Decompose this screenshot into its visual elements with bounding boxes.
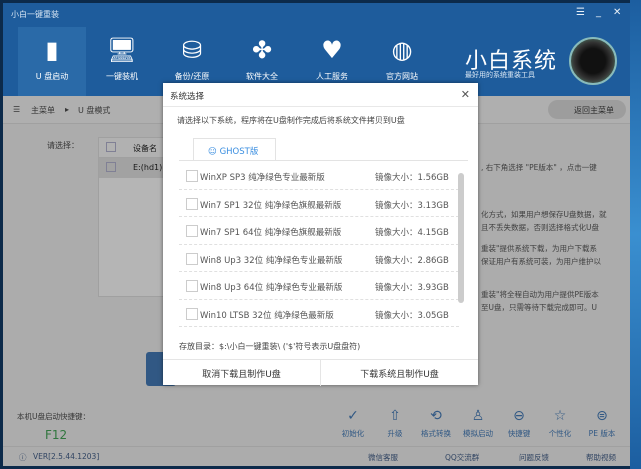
dialog-buttons: 取消下载且制作U盘 下载系统且制作U盘 (163, 359, 478, 386)
item-name: Win7 SP1 64位 纯净绿色旗舰最新版 (200, 228, 342, 238)
logo-icon (569, 37, 617, 85)
item-checkbox[interactable] (186, 170, 198, 182)
ghost-icon: ☺ (208, 147, 220, 157)
item-size: 镜像大小：3.13GB (375, 200, 449, 211)
dialog-intro: 请选择以下系统，程序将在U盘制作完成后将系统文件拷贝到U盘 (177, 116, 405, 125)
item-size: 镜像大小：3.05GB (375, 310, 449, 321)
list-item[interactable]: Win8 Up3 32位 纯净绿色专业最新版 镜像大小：2.86GB (179, 245, 459, 272)
item-checkbox[interactable] (186, 280, 198, 292)
item-checkbox[interactable] (186, 307, 198, 320)
nav-label: U 盘启动 (35, 72, 69, 81)
tab-divider (179, 160, 468, 161)
dialog-title-bar: 系统选择 ✕ (163, 83, 478, 107)
list-item[interactable]: Win7 SP1 64位 纯净绿色旗舰最新版 镜像大小：4.15GB (179, 217, 459, 245)
list-item[interactable]: Win7 SP1 32位 纯净绿色旗舰最新版 镜像大小：3.13GB (179, 190, 459, 217)
brand-slogan: 最好用的系统重装工具 (465, 71, 535, 79)
item-checkbox[interactable] (186, 252, 198, 265)
list-item[interactable]: Win8 Up3 64位 纯净绿色专业最新版 镜像大小：3.93GB (179, 272, 459, 300)
item-size: 镜像大小：3.93GB (375, 283, 449, 293)
list-item[interactable]: Win10 LTSB 32位 纯净绿色最新版 镜像大小：3.05GB (179, 300, 459, 327)
item-size: 镜像大小：1.56GB (375, 173, 449, 183)
nav-label: 备份/还原 (174, 72, 210, 81)
storage-path: 存放目录：$:\小白一键重装\ ('$'符号表示U盘盘符) (179, 342, 361, 351)
system-list: WinXP SP3 纯净绿色专业最新版 镜像大小：1.56GB Win7 SP1 … (179, 162, 459, 328)
item-name: Win10 LTSB 32位 纯净绿色最新版 (200, 310, 334, 321)
cancel-download-button[interactable]: 取消下载且制作U盘 (163, 367, 320, 380)
nav-label: 官方网站 (386, 72, 418, 81)
tab-ghost[interactable]: ☺ GHOST版 (193, 138, 276, 161)
system-select-dialog: 系统选择 ✕ 请选择以下系统，程序将在U盘制作完成后将系统文件拷贝到U盘 ☺ GH… (163, 83, 478, 386)
scrollbar[interactable] (458, 167, 464, 329)
nav-label: 人工服务 (316, 72, 348, 81)
item-size: 镜像大小：4.15GB (375, 228, 449, 238)
scrollbar-thumb[interactable] (458, 173, 464, 303)
tab-label: GHOST版 (219, 147, 259, 157)
desktop-background (630, 0, 641, 469)
globe-icon: ◍ (391, 36, 413, 64)
nav-usb-boot[interactable]: ▮ U 盘启动 (18, 27, 86, 96)
menu-icon[interactable]: ☰ (576, 7, 585, 18)
item-checkbox[interactable] (186, 225, 198, 237)
nav-label: 一键装机 (106, 72, 138, 81)
nav-one-click-install[interactable]: 🖥 一键装机 (88, 27, 156, 96)
close-icon[interactable]: ✕ (461, 88, 470, 101)
monitor-icon: 🖥 (106, 36, 138, 64)
usb-icon: ▮ (45, 36, 59, 64)
minimize-button[interactable]: _ (596, 7, 601, 18)
apps-icon: ✤ (251, 36, 273, 64)
window-title: 小白一键重装 (11, 10, 59, 19)
item-name: Win7 SP1 32位 纯净绿色旗舰最新版 (200, 200, 342, 211)
nav-label: 软件大全 (246, 72, 278, 81)
item-name: Win8 Up3 32位 纯净绿色专业最新版 (200, 255, 343, 266)
close-button[interactable]: ✕ (613, 7, 621, 18)
item-checkbox[interactable] (186, 197, 198, 210)
item-name: WinXP SP3 纯净绿色专业最新版 (200, 173, 325, 183)
database-icon: ⛁ (181, 36, 203, 64)
item-name: Win8 Up3 64位 纯净绿色专业最新版 (200, 283, 343, 293)
download-button[interactable]: 下载系统且制作U盘 (321, 367, 478, 380)
person-icon: ♥ (321, 36, 343, 64)
dialog-title: 系统选择 (170, 92, 205, 102)
item-size: 镜像大小：2.86GB (375, 255, 449, 266)
list-item[interactable]: WinXP SP3 纯净绿色专业最新版 镜像大小：1.56GB (179, 162, 459, 190)
